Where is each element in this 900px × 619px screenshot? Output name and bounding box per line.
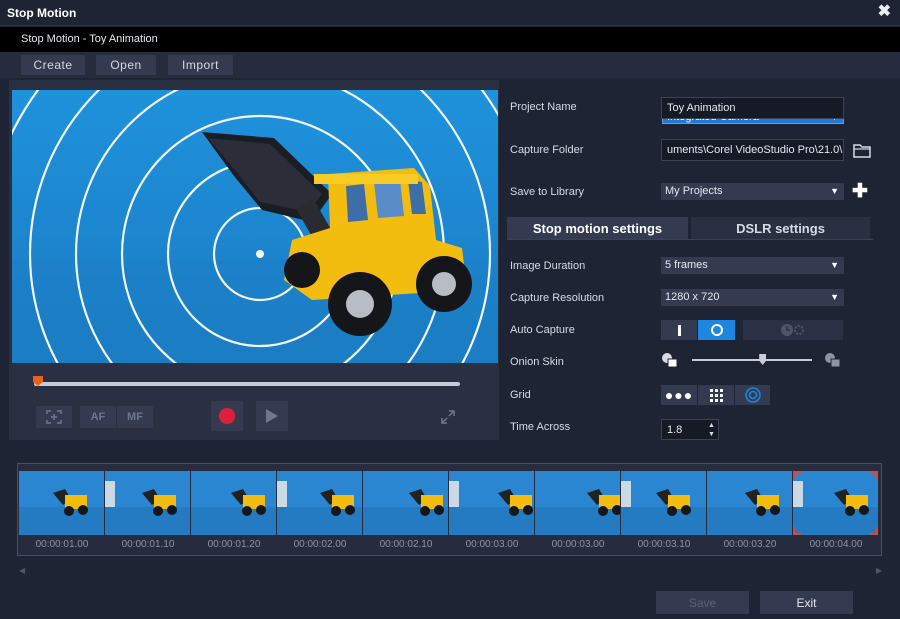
frame-timecode: 00:00:03.00 <box>465 539 519 550</box>
exit-button[interactable]: Exit <box>760 591 853 614</box>
frame-timecode: 00:00:03.20 <box>723 539 777 550</box>
grid-icon <box>709 388 723 402</box>
frame-timecode: 00:00:01.00 <box>35 539 89 550</box>
camera-preview[interactable] <box>12 90 498 363</box>
frame-thumbnail[interactable] <box>363 471 448 535</box>
chevron-down-icon: ▼ <box>830 260 839 270</box>
frame-timecode: 00:00:04.00 <box>809 539 863 550</box>
open-button[interactable]: Open <box>96 55 156 75</box>
import-button[interactable]: Import <box>168 55 233 75</box>
project-name-label: Project Name <box>510 101 577 113</box>
grid-square-button[interactable] <box>698 385 734 405</box>
project-title: Stop Motion - Toy Animation <box>21 33 158 45</box>
capture-resolution-label: Capture Resolution <box>510 292 605 304</box>
selected-frame-marker <box>793 527 801 535</box>
project-name-input[interactable]: Toy Animation <box>661 97 844 119</box>
dots-icon: ●●● <box>664 387 694 403</box>
onion-skin-less-icon <box>661 352 679 368</box>
capture-resolution-value: 1280 x 720 <box>665 291 720 303</box>
play-button[interactable] <box>256 401 288 431</box>
capture-folder-input[interactable]: uments\Corel VideoStudio Pro\21.0\ <box>661 139 844 161</box>
selected-frame-marker <box>870 471 878 479</box>
auto-capture-label: Auto Capture <box>510 324 575 336</box>
frame-timecode: 00:00:01.20 <box>207 539 261 550</box>
capture-resolution-select[interactable]: 1280 x 720 ▼ <box>661 289 844 306</box>
frame-timecode: 00:00:03.00 <box>551 539 605 550</box>
time-across-stepper[interactable]: 1.8 ▲ ▼ <box>661 419 719 440</box>
preview-image <box>12 90 498 363</box>
window-title: Stop Motion <box>7 6 77 20</box>
scroll-right-icon[interactable]: ▶ <box>876 566 882 575</box>
chevron-down-icon: ▼ <box>830 292 839 302</box>
grid-label: Grid <box>510 389 531 401</box>
image-duration-label: Image Duration <box>510 260 586 272</box>
frame-timecode: 00:00:01.10 <box>121 539 175 550</box>
onion-skin-slider-thumb[interactable] <box>759 354 767 365</box>
auto-capture-on-button[interactable] <box>698 320 735 340</box>
scrub-thumb[interactable] <box>33 376 43 386</box>
time-across-value: 1.8 <box>667 424 683 436</box>
pause-bar-icon <box>677 324 681 336</box>
frame-timecode: 00:00:03.10 <box>637 539 691 550</box>
tab-stop-motion-settings[interactable]: Stop motion settings <box>507 217 688 239</box>
frame-thumbnail[interactable] <box>707 471 792 535</box>
auto-focus-button[interactable]: AF <box>80 406 116 428</box>
capture-scrub-bar[interactable] <box>34 382 460 386</box>
frame-thumbnail[interactable] <box>793 471 878 535</box>
onion-skin-label: Onion Skin <box>510 356 564 368</box>
image-duration-value: 5 frames <box>665 259 708 271</box>
auto-capture-timer-button[interactable] <box>743 320 843 340</box>
focus-frame-icon <box>46 410 62 424</box>
project-title-bar: Stop Motion - Toy Animation <box>0 27 900 52</box>
menu-bar: Create Open Import Integrated Camera ▼ <box>0 52 900 124</box>
record-icon <box>219 408 235 424</box>
grid-dots-button[interactable]: ●●● <box>661 385 697 405</box>
image-duration-select[interactable]: 5 frames ▼ <box>661 257 844 274</box>
frame-thumbnail[interactable] <box>105 471 190 535</box>
concentric-circles-icon <box>744 387 761 403</box>
capture-folder-label: Capture Folder <box>510 144 584 156</box>
onion-skin-more-icon <box>824 352 842 368</box>
selected-frame-marker <box>793 471 801 479</box>
add-library-icon[interactable]: ✚ <box>852 182 868 201</box>
frame-timecode: 00:00:02.10 <box>379 539 433 550</box>
create-button[interactable]: Create <box>21 55 85 75</box>
ring-icon <box>710 324 723 336</box>
focus-frame-button[interactable] <box>36 406 72 428</box>
frame-thumbnail[interactable] <box>19 471 104 535</box>
tab-dslr-settings[interactable]: DSLR settings <box>691 217 870 239</box>
tab-divider <box>507 239 873 240</box>
stepper-down-icon[interactable]: ▼ <box>707 430 716 439</box>
grid-circle-button[interactable] <box>735 385 770 405</box>
stepper-up-icon[interactable]: ▲ <box>707 421 716 430</box>
time-across-label: Time Across <box>510 421 571 433</box>
onion-skin-slider[interactable] <box>692 359 812 361</box>
library-select-value: My Projects <box>665 185 723 197</box>
selected-frame-marker <box>870 527 878 535</box>
save-to-library-label: Save to Library <box>510 186 584 198</box>
frame-thumbnail[interactable] <box>535 471 620 535</box>
frame-thumbnail[interactable] <box>621 471 706 535</box>
library-select[interactable]: My Projects ▼ <box>661 183 844 200</box>
folder-icon[interactable] <box>853 143 871 159</box>
auto-capture-off-button[interactable] <box>661 320 697 340</box>
title-bar: Stop Motion ✖ <box>0 0 900 26</box>
play-icon <box>266 409 278 423</box>
expand-icon[interactable] <box>440 409 456 425</box>
frame-thumbnail[interactable] <box>277 471 362 535</box>
frame-thumbnail[interactable] <box>449 471 534 535</box>
save-button[interactable]: Save <box>656 591 749 614</box>
record-button[interactable] <box>211 401 243 431</box>
close-icon[interactable]: ✖ <box>878 4 891 20</box>
chevron-down-icon: ▼ <box>830 186 839 196</box>
frame-timecode: 00:00:02.00 <box>293 539 347 550</box>
clock-gear-icon <box>781 324 804 336</box>
scroll-left-icon[interactable]: ◀ <box>19 566 25 575</box>
frame-thumbnail[interactable] <box>191 471 276 535</box>
stop-motion-window: Stop Motion ✖ Stop Motion - Toy Animatio… <box>0 0 900 619</box>
manual-focus-button[interactable]: MF <box>117 406 153 428</box>
